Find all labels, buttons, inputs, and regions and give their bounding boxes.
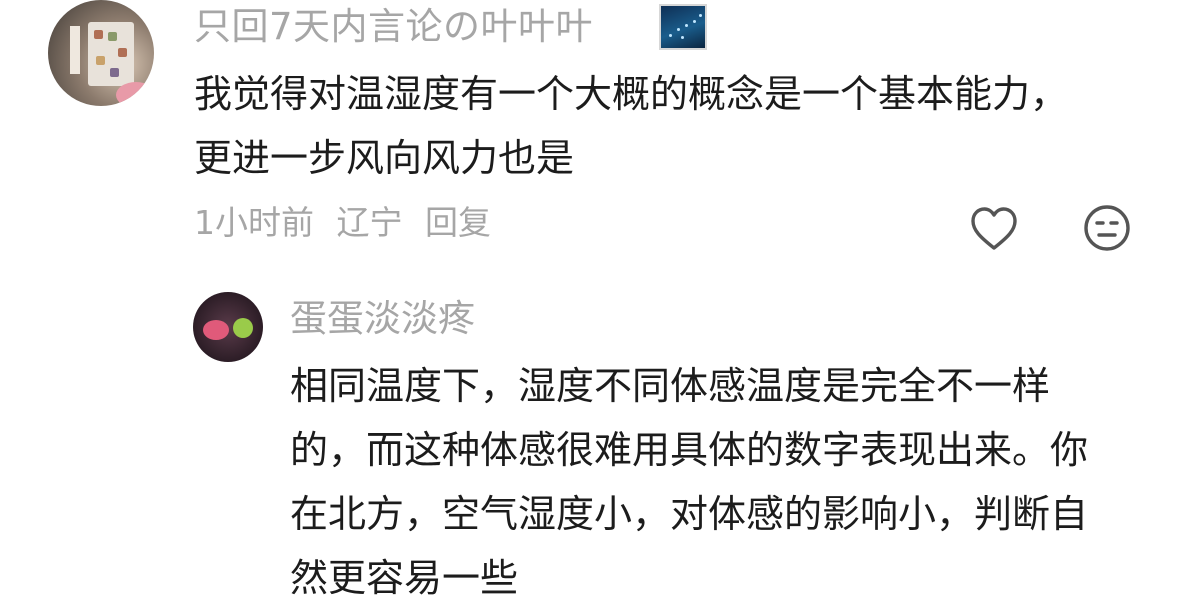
reply-button[interactable]: 回复 (425, 203, 491, 242)
reply-avatar[interactable] (193, 292, 263, 362)
comment-meta: 1小时前 辽宁 回复 (194, 206, 503, 239)
avatar[interactable] (48, 0, 154, 106)
comment-text: 我觉得对温湿度有一个大概的概念是一个基本能力，更进一步风向风力也是 (194, 72, 1069, 180)
comment-username[interactable]: 只回7天内言论の叶叶叶 (194, 8, 593, 45)
neutral-face-icon[interactable] (1083, 204, 1131, 252)
comment-location: 辽宁 (336, 203, 403, 242)
user-badge-icon (659, 4, 707, 50)
heart-icon[interactable] (970, 206, 1018, 252)
comment-time: 1小时前 (194, 203, 314, 242)
reply-username[interactable]: 蛋蛋淡淡疼 (290, 300, 475, 337)
reply-text: 相同温度下，湿度不同体感温度是完全不一样的，而这种体感很难用具体的数字表现出来。… (290, 364, 1089, 600)
